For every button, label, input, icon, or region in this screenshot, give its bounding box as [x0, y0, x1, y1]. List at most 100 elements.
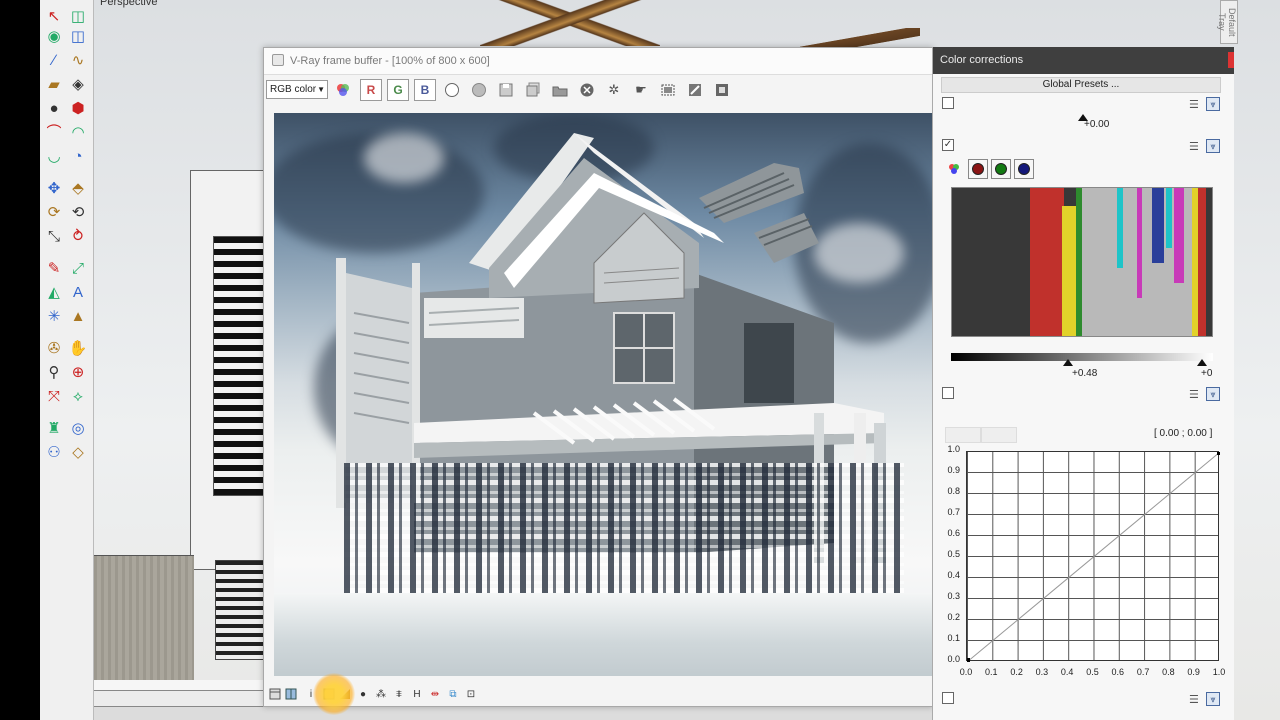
- rotated-rectangle-icon[interactable]: ◈: [66, 72, 90, 96]
- background-image-icon[interactable]: ⇹: [427, 686, 443, 702]
- two-point-arc-icon[interactable]: ◠: [66, 120, 90, 144]
- dimension-icon[interactable]: ⤢: [66, 256, 90, 280]
- three-point-arc-icon[interactable]: ◡: [42, 144, 66, 168]
- save-image-icon[interactable]: [495, 79, 517, 101]
- rgb-channel-icon[interactable]: [944, 159, 964, 179]
- histogram-cyan: [1117, 188, 1123, 268]
- global-presets-button[interactable]: Global Presets ...: [941, 77, 1221, 93]
- region-render-icon[interactable]: [657, 79, 679, 101]
- zoom-window-icon[interactable]: ⊕: [66, 360, 90, 384]
- load-image-icon[interactable]: [549, 79, 571, 101]
- line-icon[interactable]: ∕: [42, 48, 66, 72]
- section-plane-icon[interactable]: ◇: [66, 440, 90, 464]
- follow-mouse-icon[interactable]: ✲: [603, 79, 625, 101]
- preset-icon[interactable]: ⩔: [1206, 97, 1220, 111]
- look-around-icon[interactable]: ◎: [66, 416, 90, 440]
- color-corrections-panel: Color corrections Global Presets ... ☰ ⩔…: [932, 47, 1234, 720]
- red-channel-button[interactable]: R: [360, 79, 382, 101]
- tape-measure-icon[interactable]: ✎: [42, 256, 66, 280]
- clear-image-icon[interactable]: [576, 79, 598, 101]
- position-camera-icon[interactable]: ♜: [42, 416, 66, 440]
- arc-icon[interactable]: ⌒: [42, 120, 66, 144]
- zoom-icon[interactable]: ⚲: [42, 360, 66, 384]
- paint-bucket-icon[interactable]: ◉: [42, 24, 66, 48]
- levels-high-marker[interactable]: [1197, 359, 1207, 366]
- alpha-channel-icon[interactable]: [441, 79, 463, 101]
- mono-mode-icon[interactable]: [468, 79, 490, 101]
- show-history-icon[interactable]: [267, 686, 283, 702]
- text-icon[interactable]: A: [66, 280, 90, 304]
- green-channel-toggle[interactable]: [991, 159, 1011, 179]
- link-to-viewport-icon[interactable]: [684, 79, 706, 101]
- protractor-icon[interactable]: ◭: [42, 280, 66, 304]
- rectangle-icon[interactable]: ▰: [42, 72, 66, 96]
- next-correction-checkbox[interactable]: [942, 692, 954, 704]
- red-dot: [972, 163, 984, 175]
- move-icon[interactable]: ✥: [42, 176, 66, 200]
- model-roof-secondary: [800, 28, 920, 48]
- model-roof: [480, 0, 660, 46]
- curve-tab[interactable]: [945, 427, 981, 443]
- polygon-icon[interactable]: ⬢: [66, 96, 90, 120]
- close-icon[interactable]: [1228, 52, 1234, 68]
- pan-icon[interactable]: ✋: [66, 336, 90, 360]
- menu-icon[interactable]: ☰: [1189, 694, 1201, 706]
- red-channel-toggle[interactable]: [968, 159, 988, 179]
- scale-icon[interactable]: ⤡: [42, 224, 66, 248]
- ocio-icon[interactable]: ⊡: [463, 686, 479, 702]
- rotate-icon[interactable]: ⟳: [42, 200, 66, 224]
- levels-gradient[interactable]: [951, 353, 1213, 361]
- axes-icon[interactable]: ✳: [42, 304, 66, 328]
- preset-icon[interactable]: ⩔: [1206, 139, 1220, 153]
- render-last-icon[interactable]: [711, 79, 733, 101]
- curve-line: [967, 452, 1220, 662]
- curve-y-tick: 0.8: [947, 486, 960, 496]
- track-mouse-icon[interactable]: ☛: [630, 79, 652, 101]
- lut-icon[interactable]: ⧉: [445, 686, 461, 702]
- preset-icon[interactable]: ⩔: [1206, 692, 1220, 706]
- green-channel-button[interactable]: G: [387, 79, 409, 101]
- cc-title: Color corrections: [933, 47, 1234, 74]
- menu-icon[interactable]: ☰: [1189, 141, 1201, 153]
- channel-select[interactable]: RGB color ▼: [266, 80, 328, 99]
- color-balance-icon[interactable]: ⁂: [373, 686, 389, 702]
- 3d-text-icon[interactable]: ▲: [66, 304, 90, 328]
- curve-editor[interactable]: [966, 451, 1220, 662]
- walk-icon[interactable]: ⚇: [42, 440, 66, 464]
- freehand-icon[interactable]: ∿: [66, 48, 90, 72]
- curve-x-tick: 0.6: [1111, 667, 1125, 677]
- curve-x-tick: 0.5: [1086, 667, 1099, 677]
- default-tray-tab[interactable]: Default Tray: [1217, 0, 1238, 44]
- follow-me-icon[interactable]: ⟲: [66, 200, 90, 224]
- menu-icon[interactable]: ☰: [1189, 389, 1201, 401]
- menu-icon[interactable]: ☰: [1189, 99, 1201, 111]
- viewport-label: Perspective: [100, 0, 158, 8]
- preset-icon[interactable]: ⩔: [1206, 387, 1220, 401]
- push-pull-icon[interactable]: ⬘: [66, 176, 90, 200]
- histogram-red-2: [1198, 188, 1206, 336]
- exposure-checkbox[interactable]: [942, 97, 954, 109]
- show-corrections-icon[interactable]: [283, 686, 299, 702]
- vfb-title-bar[interactable]: V-Ray frame buffer - [100% of 800 x 600]: [264, 48, 932, 75]
- zoom-extents-icon[interactable]: ⤧: [42, 384, 66, 408]
- curve-tab[interactable]: [981, 427, 1017, 443]
- circle-icon[interactable]: ●: [42, 96, 66, 120]
- curves-icon[interactable]: H: [409, 686, 425, 702]
- blue-channel-toggle[interactable]: [1014, 159, 1034, 179]
- levels-checkbox[interactable]: ✓: [942, 139, 954, 151]
- offset-icon[interactable]: ⥁: [66, 224, 90, 248]
- blue-channel-button[interactable]: B: [414, 79, 436, 101]
- previous-view-icon[interactable]: ⟡: [66, 384, 90, 408]
- eraser-icon[interactable]: ◫: [66, 24, 90, 48]
- save-all-icon[interactable]: [522, 79, 544, 101]
- levels-low-marker[interactable]: [1063, 359, 1073, 366]
- curve-readout: [ 0.00 ; 0.00 ]: [1154, 428, 1213, 439]
- pie-icon[interactable]: ◔: [66, 144, 90, 168]
- orbit-icon[interactable]: ✇: [42, 336, 66, 360]
- hue-saturation-icon[interactable]: ●: [355, 686, 371, 702]
- rendered-image[interactable]: [274, 113, 932, 676]
- channel-color-icon[interactable]: [332, 79, 354, 101]
- vfb-toolbar: RGB color ▼ R G B ✲ ☛: [264, 76, 932, 106]
- levels-icon[interactable]: ⩨: [391, 686, 407, 702]
- curves-checkbox[interactable]: [942, 387, 954, 399]
